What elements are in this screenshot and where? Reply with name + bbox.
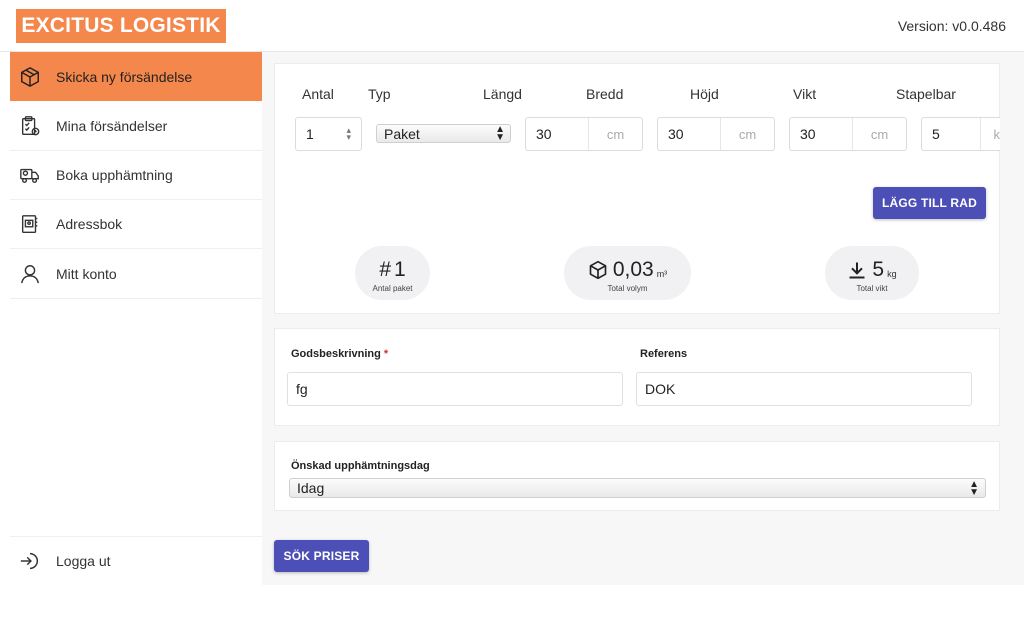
column-label-hojd: Höjd — [690, 86, 719, 102]
column-label-vikt: Vikt — [793, 86, 817, 102]
pickup-date-select[interactable]: Idag ▲ ▼ — [289, 478, 986, 498]
box-icon — [18, 65, 42, 89]
sidebar-item-address-book[interactable]: Adressbok — [10, 200, 262, 249]
length-unit: cm — [588, 118, 642, 150]
logout-button[interactable]: Logga ut — [10, 536, 262, 585]
stat-package-count: #1 Antal paket — [355, 246, 430, 300]
stat-total-volume: 0,03 m³ Total volym — [564, 246, 691, 300]
total-volume-value: 0,03 — [612, 258, 654, 281]
hash-icon: # — [379, 258, 391, 281]
reference-input[interactable]: DOK — [636, 372, 972, 406]
length-input[interactable]: 30 cm — [525, 117, 643, 151]
width-input[interactable]: 30 cm — [657, 117, 775, 151]
total-weight-unit: kg — [887, 269, 897, 279]
sidebar-item-label: Mina försändelser — [56, 118, 168, 134]
sidebar-item-label: Boka upphämtning — [56, 167, 173, 183]
column-label-stapelbar: Stapelbar — [896, 86, 956, 102]
stat-total-weight: 5 kg Total vikt — [825, 246, 919, 300]
package-count-label: Antal paket — [372, 284, 413, 293]
add-row-button[interactable]: LÄGG TILL RAD — [873, 187, 986, 219]
logout-label: Logga ut — [56, 553, 111, 569]
pickup-card — [274, 441, 1000, 511]
total-volume-label: Total volym — [607, 284, 648, 293]
required-marker: * — [383, 348, 389, 360]
stepper-arrows-icon[interactable]: ▴ ▾ — [346, 126, 351, 142]
quantity-stepper[interactable]: 1 ▴ ▾ — [295, 117, 362, 151]
height-value: 30 — [800, 126, 816, 142]
height-unit: cm — [852, 118, 906, 150]
total-weight-value: 5 — [872, 258, 885, 281]
goods-description-input[interactable]: fg — [287, 372, 623, 406]
logo: EXCITUS LOGISTIK — [16, 9, 226, 43]
clipboard-icon — [18, 114, 42, 138]
download-weight-icon — [849, 262, 865, 279]
sidebar-item-my-account[interactable]: Mitt konto — [10, 250, 262, 299]
version-label: Version: v0.0.486 — [897, 18, 1006, 34]
truck-icon — [18, 163, 42, 187]
logout-icon — [18, 549, 42, 573]
column-label-antal: Antal — [302, 86, 334, 102]
weight-unit: k — [980, 118, 1000, 150]
weight-value: 5 — [932, 126, 940, 142]
sidebar: Skicka ny försändelse Mina försändelser … — [10, 52, 262, 585]
total-weight-label: Total vikt — [856, 284, 888, 293]
package-count-value: 1 — [394, 258, 406, 281]
width-unit: cm — [720, 118, 774, 150]
pickup-date-value: Idag — [297, 480, 325, 496]
column-label-typ: Typ — [368, 86, 391, 102]
addressbook-icon — [18, 212, 42, 236]
sidebar-item-my-shipments[interactable]: Mina försändelser — [10, 102, 262, 151]
sidebar-item-send-shipment[interactable]: Skicka ny försändelse — [10, 52, 262, 101]
select-arrows-icon: ▲ ▼ — [969, 479, 979, 498]
length-value: 30 — [536, 126, 552, 142]
type-select[interactable]: Paket ▲ ▼ — [376, 124, 511, 143]
pickup-date-label: Önskad upphämtningsdag — [291, 460, 430, 472]
search-prices-button[interactable]: SÖK PRISER — [274, 540, 369, 572]
select-arrows-icon: ▲ ▼ — [495, 124, 505, 143]
type-select-value: Paket — [384, 125, 420, 142]
column-label-langd: Längd — [483, 86, 522, 102]
total-volume-unit: m³ — [656, 269, 668, 279]
sidebar-item-book-pickup[interactable]: Boka upphämtning — [10, 151, 262, 200]
sidebar-item-label: Skicka ny försändelse — [56, 68, 193, 85]
sidebar-item-label: Mitt konto — [56, 266, 117, 282]
cube-icon — [589, 260, 607, 280]
column-label-bredd: Bredd — [586, 86, 624, 102]
reference-label: Referens — [640, 348, 688, 360]
height-input[interactable]: 30 cm — [789, 117, 907, 151]
quantity-value: 1 — [306, 126, 314, 142]
goods-description-label: Godsbeskrivning * — [291, 348, 389, 360]
user-icon — [18, 262, 42, 286]
sidebar-item-label: Adressbok — [56, 216, 123, 232]
width-value: 30 — [668, 126, 684, 142]
weight-input[interactable]: 5 k — [921, 117, 1000, 151]
